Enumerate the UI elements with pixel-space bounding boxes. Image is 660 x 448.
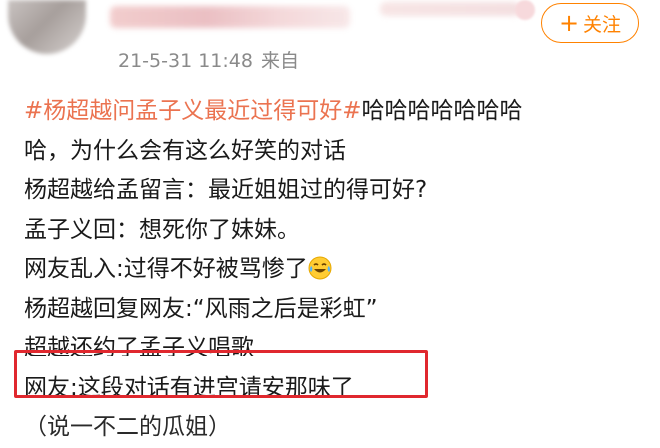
post-text: 网友乱入:过得不好被骂惨了 xyxy=(24,256,308,282)
badge-icon xyxy=(515,0,535,20)
post-meta: 21-5-31 11:48 来自 xyxy=(118,46,299,73)
username-blurred[interactable] xyxy=(110,6,350,28)
post-line-6: 杨超越回复网友:“风雨之后是彩虹” xyxy=(24,295,378,322)
post-header: 21-5-31 11:48 来自 + 关注 xyxy=(0,0,660,95)
post-line-4: 孟子义回：想死你了妹妹。 xyxy=(24,216,300,243)
post-text: 哈哈哈哈哈哈哈 xyxy=(361,98,523,124)
post-line-5: 网友乱入:过得不好被骂惨了 xyxy=(24,250,644,290)
highlight-box xyxy=(14,350,428,398)
post-line-9: （说一不二的瓜姐） xyxy=(24,414,231,440)
avatar[interactable] xyxy=(8,0,86,54)
source-fade-overlay xyxy=(300,44,360,72)
post-timestamp[interactable]: 21-5-31 11:48 xyxy=(118,50,253,72)
topic-hashtag-link[interactable]: #杨超越问孟子义最近过得可好# xyxy=(24,98,362,124)
post-line-2: 哈，为什么会有这么好笑的对话 xyxy=(24,137,346,164)
username-blurred-extra xyxy=(380,2,520,16)
post-source: 来自 xyxy=(260,50,299,72)
crying-laughing-emoji-icon xyxy=(308,256,332,280)
follow-button[interactable]: + 关注 xyxy=(541,3,639,43)
plus-icon: + xyxy=(558,9,580,37)
follow-button-label: 关注 xyxy=(583,13,622,36)
post-line-1: #杨超越问孟子义最近过得可好#哈哈哈哈哈哈哈 xyxy=(24,92,644,132)
post-line-3: 杨超越给孟留言：最近姐姐过的得可好? xyxy=(24,177,428,203)
